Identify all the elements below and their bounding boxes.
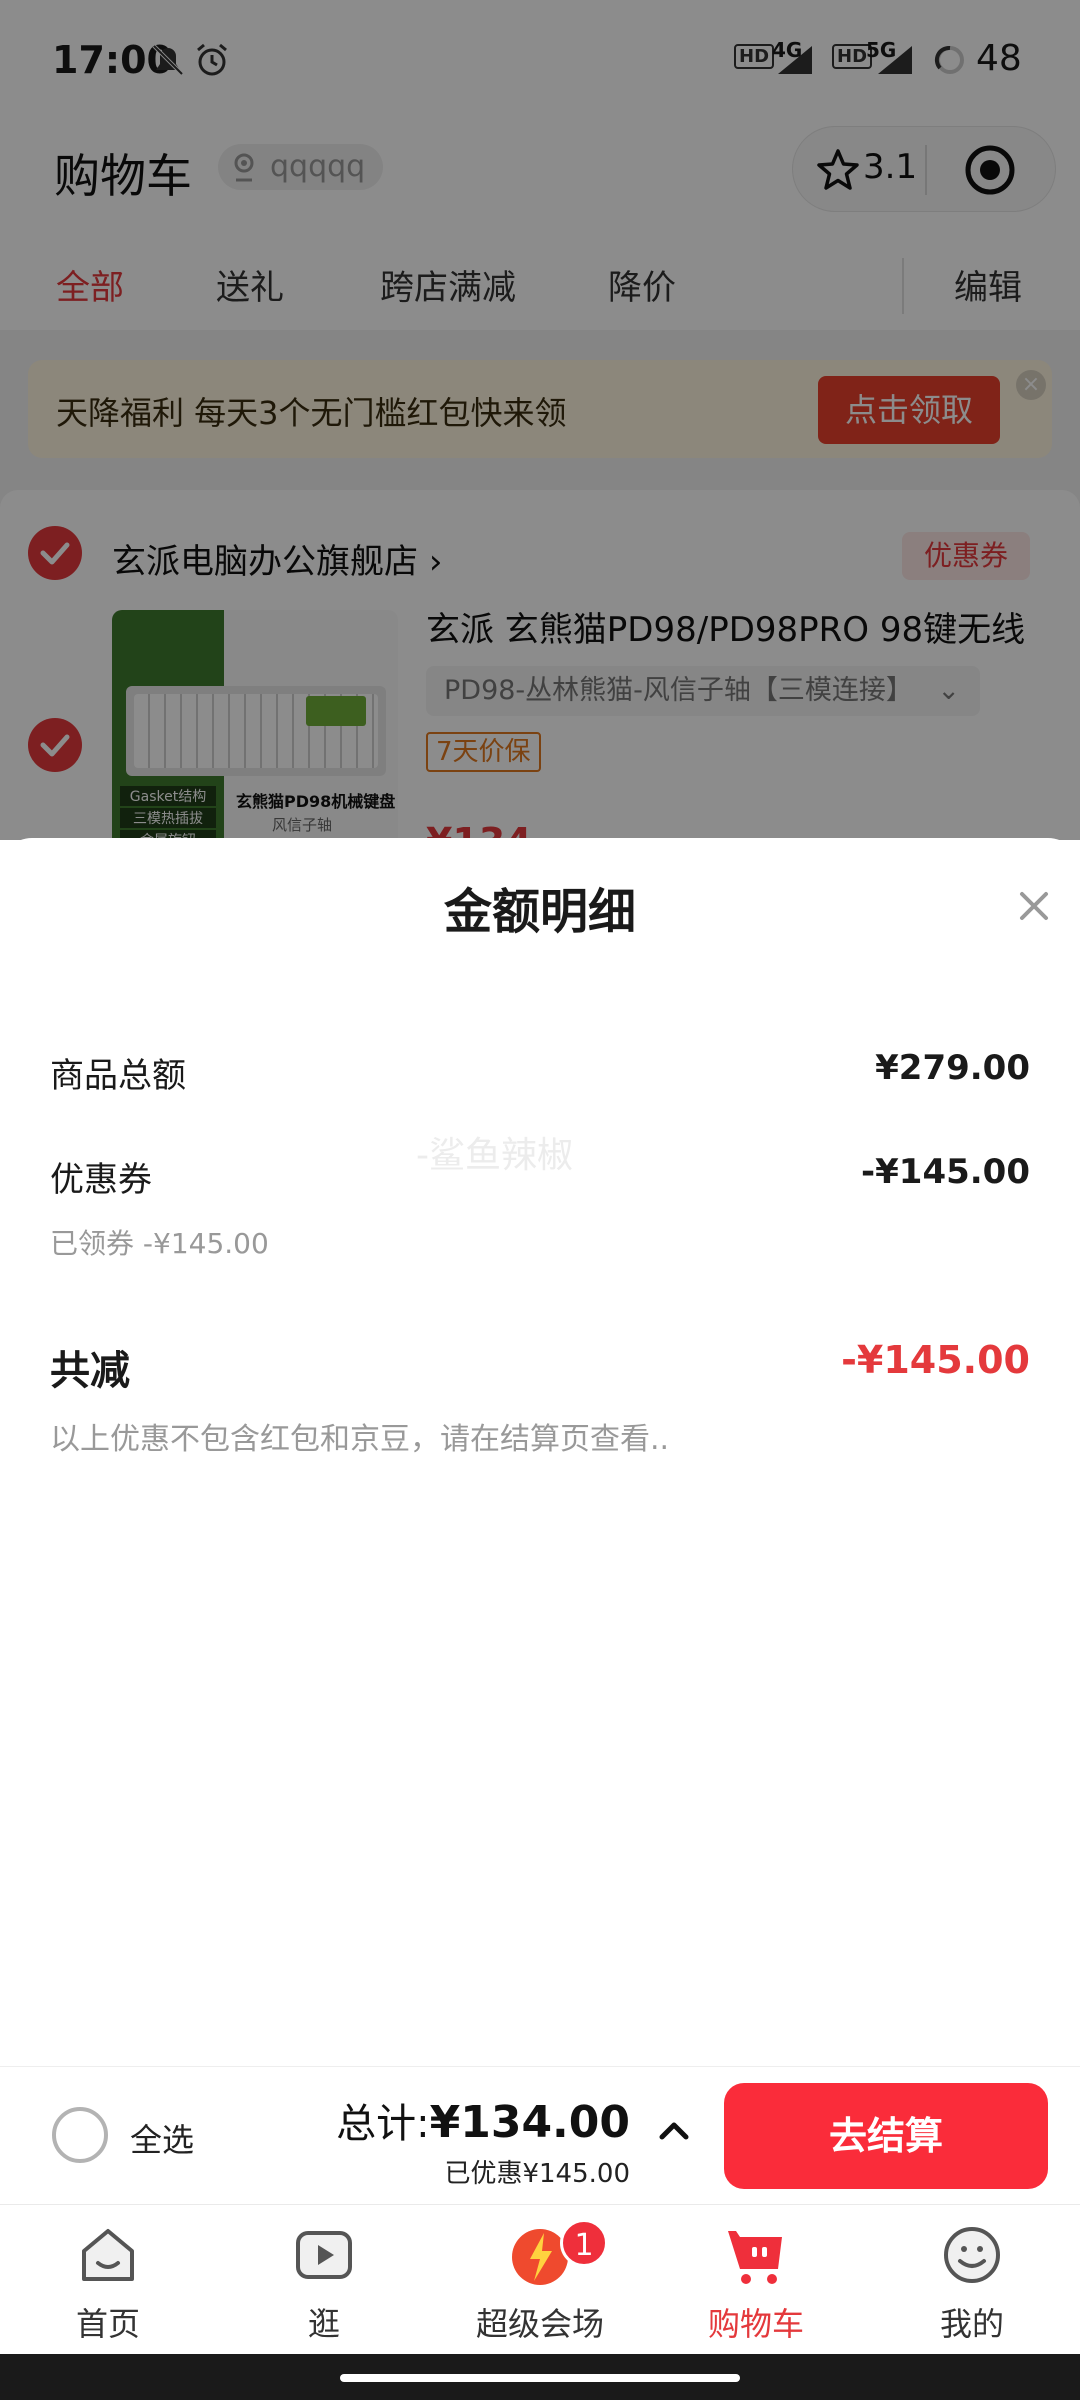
- discount-note: 以上优惠不包含红包和京豆，请在结算页查看..: [50, 1422, 670, 1457]
- smiley-icon: [944, 2227, 1000, 2283]
- coupon-value: -¥145.00: [861, 1152, 1030, 1192]
- home-indicator[interactable]: [340, 2374, 740, 2382]
- coupon-sub: 已领券 -¥145.00: [50, 1227, 269, 1260]
- goods-total-label: 商品总额: [50, 1056, 186, 1096]
- sheet-title: 金额明细: [443, 884, 636, 940]
- tab-super-venue-label: 超级会场: [475, 2305, 604, 2343]
- select-all-label[interactable]: 全选: [130, 2115, 194, 2161]
- saved-amount: 已优惠¥145.00: [444, 2159, 630, 2189]
- video-play-icon: [296, 2231, 352, 2279]
- tab-super-venue[interactable]: 1 超级会场: [432, 2205, 648, 2355]
- tab-mine[interactable]: 我的: [864, 2205, 1080, 2355]
- goods-total-value: ¥279.00: [875, 1048, 1030, 1088]
- home-icon: [82, 2229, 134, 2281]
- tab-mine-label: 我的: [939, 2305, 1004, 2343]
- notification-badge: 1: [560, 2219, 608, 2267]
- tab-home-label: 首页: [75, 2305, 140, 2343]
- select-all-radio[interactable]: [52, 2107, 108, 2163]
- total-amount: 总计:¥134.00: [336, 2091, 630, 2149]
- checkout-button[interactable]: 去结算: [724, 2083, 1048, 2189]
- tab-cart[interactable]: 购物车: [648, 2205, 864, 2355]
- total-discount-label: 共减: [50, 1348, 130, 1394]
- total-label: 总计:: [336, 2101, 430, 2147]
- watermark: -鲨鱼辣椒: [416, 1135, 573, 1176]
- checkout-bar: 全选 总计:¥134.00 已优惠¥145.00 去结算: [0, 2066, 1080, 2204]
- tab-browse-label: 逛: [307, 2305, 340, 2343]
- modal-overlay[interactable]: [0, 0, 1080, 840]
- close-icon[interactable]: [1012, 884, 1056, 928]
- tab-browse[interactable]: 逛: [216, 2205, 432, 2355]
- tab-home[interactable]: 首页: [0, 2205, 216, 2355]
- total-value: ¥134.00: [429, 2097, 630, 2148]
- total-discount-value: -¥145.00: [841, 1338, 1030, 1382]
- system-nav-bar: [0, 2354, 1080, 2400]
- tab-cart-label: 购物车: [707, 2305, 804, 2343]
- coupon-label: 优惠券: [50, 1160, 152, 1200]
- cart-icon: [728, 2231, 782, 2284]
- amount-detail-sheet: 金额明细 商品总额 ¥279.00 -鲨鱼辣椒 优惠券 -¥145.00 已领券…: [0, 838, 1080, 2066]
- chevron-up-icon[interactable]: [654, 2111, 694, 2151]
- bottom-tab-bar: 首页 逛 1 超级会场 购物车 我的: [0, 2204, 1080, 2354]
